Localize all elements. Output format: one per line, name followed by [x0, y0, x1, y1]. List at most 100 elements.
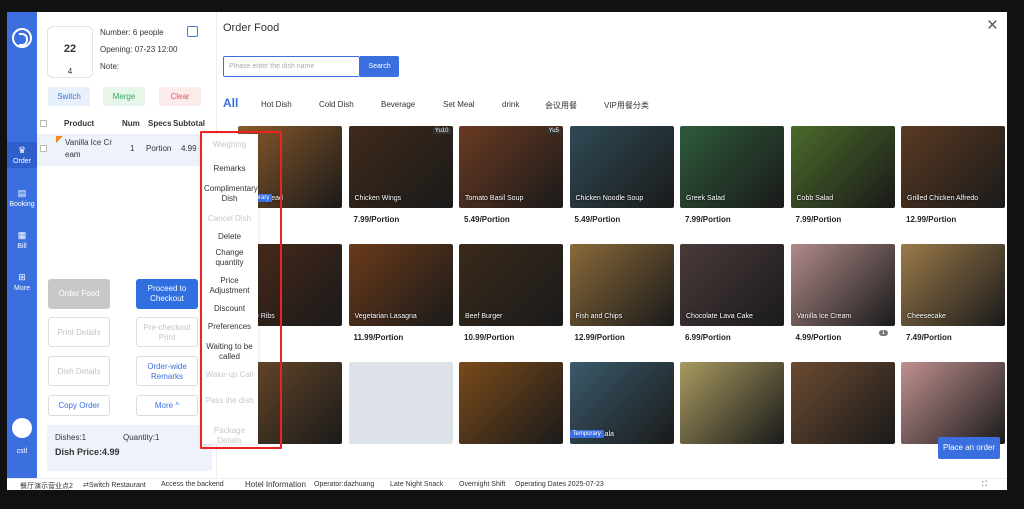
tab-cold-dish[interactable]: Cold Dish — [319, 100, 354, 109]
user-profile[interactable]: cstl — [7, 418, 37, 455]
app-logo-icon — [12, 28, 32, 48]
dish-card[interactable]: Tomato Basil Soup Yu5 — [459, 126, 563, 208]
dish-details-button[interactable]: Dish Details — [48, 356, 110, 386]
tab-beverage[interactable]: Beverage — [381, 100, 415, 109]
dish-card[interactable]: Fish and Chips — [569, 244, 674, 326]
nav-more[interactable]: ⊞ More — [7, 272, 37, 296]
dish-card[interactable] — [790, 362, 895, 444]
nav-bill[interactable]: ▦ Bill — [7, 230, 37, 254]
dish-card[interactable]: Grilled Chicken Alfredo — [901, 126, 1005, 208]
dish-price: 11.99/Portion — [353, 333, 404, 342]
table-number: 22 — [63, 43, 77, 55]
dish-name: Vanilla Ice Cream — [796, 313, 852, 320]
place-order-button[interactable]: Place an order — [938, 437, 1000, 459]
dish-name: Fish and Chips — [575, 313, 623, 320]
dish-card[interactable]: Caesar SalaTemporary — [569, 362, 674, 444]
dish-card[interactable]: Chicken Wings Yu10 — [348, 126, 453, 208]
meal-period: Late Night Snack — [390, 481, 444, 488]
dish-card[interactable]: Cheesecake — [901, 244, 1005, 326]
temporary-label: Temporary — [569, 430, 604, 438]
dish-price: 4.99/Portion — [795, 333, 842, 342]
menu-highlight — [200, 131, 282, 449]
proceed-checkout-button[interactable]: Proceed to Checkout — [136, 279, 198, 309]
merge-button[interactable]: Merge — [103, 87, 145, 106]
dish-count: Dishes:1 — [55, 433, 87, 442]
table-card: 22 4 — [47, 26, 93, 78]
tab-vip-meal[interactable]: VIP用餐分类 — [604, 100, 649, 111]
side-rail: ♛ Order ▤ Booking ▦ Bill ⊞ More cstl — [7, 12, 37, 478]
dish-name: Tomato Basil Soup — [465, 195, 524, 202]
quantity-badge: 1 — [878, 330, 888, 336]
dish-price: 7.99/Portion — [353, 215, 400, 224]
dish-price: 10.99/Portion — [464, 333, 515, 342]
dish-price: 7.99/Portion — [795, 215, 842, 224]
item-marker — [56, 136, 63, 143]
order-wide-remarks-button[interactable]: Order-wide Remarks — [136, 356, 198, 386]
search-input[interactable]: Please enter the dish name — [223, 56, 360, 77]
dish-card[interactable] — [459, 362, 563, 444]
search-button[interactable]: Search — [360, 56, 399, 77]
tab-meeting-meal[interactable]: 会议用餐 — [545, 100, 577, 111]
order-summary: Dishes:1 Quantity:1 Dish Price:4.99 — [47, 425, 212, 471]
order-food-button[interactable]: Order Food — [48, 279, 110, 309]
tab-set-meal[interactable]: Set Meal — [443, 100, 475, 109]
dish-tag: Yu10 — [432, 128, 451, 134]
dish-name: Chicken Wings — [354, 195, 402, 202]
switch-button[interactable]: Switch — [48, 87, 90, 106]
dish-card[interactable]: Beef Burger — [459, 244, 563, 326]
operator-label: Operator:dazhuang — [314, 481, 375, 488]
tab-drink[interactable]: drink — [502, 100, 519, 109]
dish-card[interactable]: Chocolate Lava Cake — [680, 244, 784, 326]
booking-icon: ▤ — [17, 188, 27, 198]
note-label: Note: — [100, 62, 120, 71]
table-row[interactable]: Vanilla Ice Cr eam 1 Portion 4.99 — [37, 134, 217, 166]
order-panel: 22 4 Number: 6 people Opening: 07-23 12:… — [37, 12, 217, 478]
more-button[interactable]: More ^ — [136, 395, 198, 416]
dish-name: Grilled Chicken Alfredo — [907, 195, 979, 202]
dish-price: 12.99/Portion — [906, 215, 957, 224]
tab-hot-dish[interactable]: Hot Dish — [261, 100, 292, 109]
order-table-header: Product Num Specs Subtotal — [37, 116, 217, 132]
dish-name: Vegetarian Lasagna — [354, 313, 417, 320]
guest-count: 4 — [67, 67, 73, 76]
dish-card[interactable] — [680, 362, 784, 444]
dish-price: 5.49/Portion — [574, 215, 621, 224]
access-backend-link[interactable]: Access the backend — [161, 481, 224, 488]
chef-hat-icon: ♛ — [17, 145, 27, 155]
precheckout-print-button[interactable]: Pre-checkout Print — [136, 317, 198, 347]
dish-card[interactable] — [348, 362, 453, 444]
hotel-info-link[interactable]: Hotel Information — [245, 480, 306, 489]
nav-booking[interactable]: ▤ Booking — [7, 188, 37, 214]
dish-name: Cheesecake — [907, 313, 946, 320]
dish-card[interactable] — [901, 362, 1005, 444]
operating-date: Operating Dates 2025-07-23 — [515, 481, 604, 488]
clear-button[interactable]: Clear — [159, 87, 201, 106]
dish-card[interactable]: Vanilla Ice Cream — [790, 244, 895, 326]
order-food-dialog: Order Food × Please enter the dish name … — [218, 12, 1007, 478]
dish-price: 5.49/Portion — [464, 215, 510, 224]
fullscreen-icon[interactable]: ⛶ — [982, 481, 987, 489]
copy-order-button[interactable]: Copy Order — [48, 395, 110, 416]
dish-card[interactable]: Vegetarian Lasagna — [348, 244, 453, 326]
nav-order[interactable]: ♛ Order — [7, 142, 37, 168]
dish-card[interactable]: Cobb Salad — [790, 126, 895, 208]
people-count: Number: 6 people — [100, 28, 164, 37]
status-bar: 餐厅演示营业点2 ⇄Switch Restaurant Access the b… — [7, 478, 1007, 490]
restaurant-name: 餐厅演示营业点2 — [20, 483, 73, 490]
dish-card[interactable]: Greek Salad — [680, 126, 784, 208]
tab-all[interactable]: All — [223, 96, 238, 110]
shift-label: Overnight Shift — [459, 481, 506, 488]
dish-price: 12.99/Portion — [574, 333, 625, 342]
edit-icon[interactable] — [187, 26, 198, 37]
close-icon[interactable]: × — [987, 16, 998, 35]
switch-restaurant-link[interactable]: ⇄Switch Restaurant — [83, 481, 146, 489]
opening-time: Opening: 07-23 12:00 — [100, 45, 178, 54]
select-all-checkbox[interactable] — [40, 120, 47, 127]
print-details-button[interactable]: Print Details — [48, 317, 110, 347]
dish-card[interactable]: Chicken Noodle Soup — [569, 126, 674, 208]
dish-price: Dish Price:4.99 — [55, 447, 120, 457]
dialog-title: Order Food — [223, 22, 280, 34]
row-checkbox[interactable] — [40, 145, 47, 152]
dish-name: Beef Burger — [465, 313, 503, 320]
dish-name: Greek Salad — [686, 195, 725, 202]
